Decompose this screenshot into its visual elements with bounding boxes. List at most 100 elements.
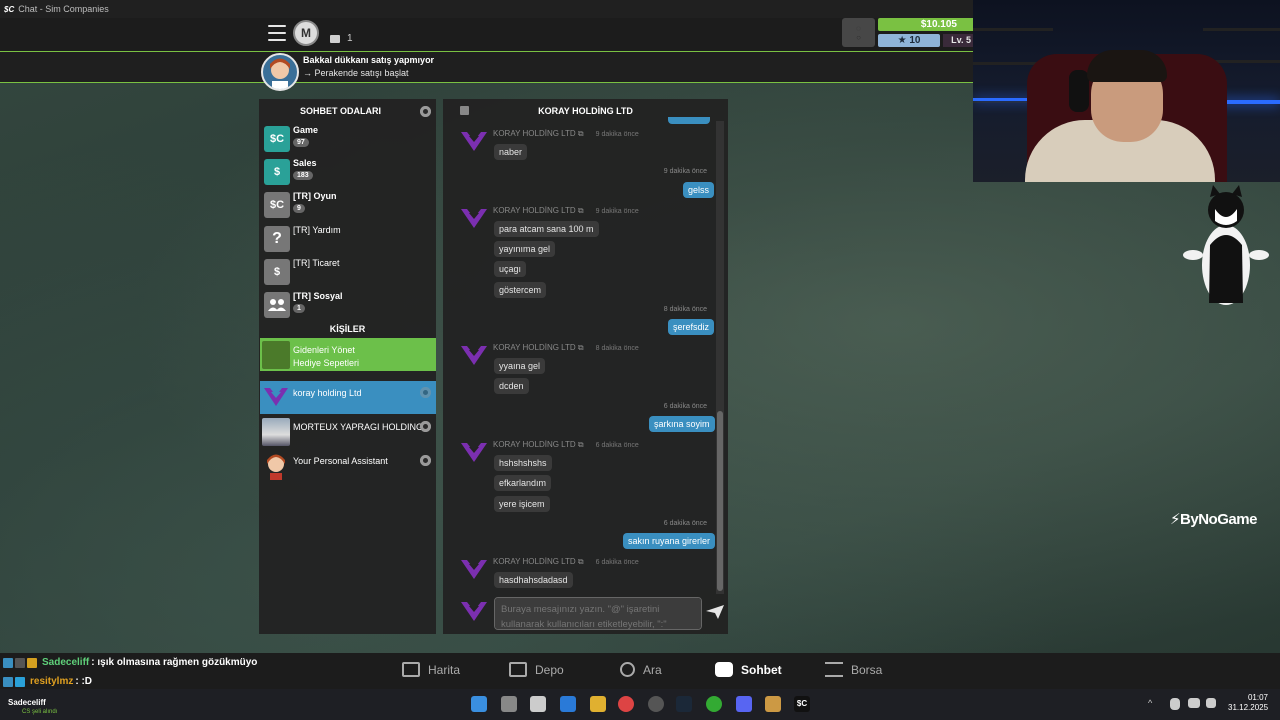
streamer-name: Sadeceliff [8,698,46,707]
room-tr-sosyal[interactable]: [TR] Sosyal 1 [262,290,432,320]
sim-companies-icon: $C [264,192,290,218]
nav-search[interactable]: Ara [620,662,662,677]
volume-icon[interactable] [1206,698,1216,708]
stream-chat-line: resitylmz : :D [3,676,92,687]
assistant-avatar [262,452,290,480]
rooms-settings-icon[interactable] [420,106,431,117]
steam-icon[interactable] [676,696,692,712]
chrome-icon[interactable] [618,696,634,712]
message-input[interactable] [494,597,702,630]
contact-settings-icon[interactable] [420,455,431,466]
chat-text: : :D [75,676,93,687]
sim-companies-icon: $C [264,126,290,152]
room-sales[interactable]: $ Sales 183 [262,157,432,187]
room-game[interactable]: $C Game 97 [262,124,432,154]
room-name: Sales [293,158,317,168]
incoming-message: yayınıma gel [494,241,556,257]
file-explorer-icon[interactable] [590,696,606,712]
company-logo[interactable]: M [293,20,319,46]
sender-name[interactable]: KORAY HOLDİNG LTD ⧉ 6 dakika önce [493,440,639,450]
chrome-icon[interactable] [706,696,722,712]
sim-companies-icon[interactable]: $C [794,696,810,712]
nav-exchange[interactable]: Borsa [825,662,882,677]
badge-icon [3,676,13,687]
windows-start-icon[interactable] [471,696,487,712]
menu-icon[interactable] [268,25,286,41]
message-time: 9 dakika önce [595,208,639,215]
chat-icon [715,662,733,677]
warehouse-icon [509,662,527,677]
sender-name[interactable]: KORAY HOLDİNG LTD ⧉ 9 dakika önce [493,129,639,139]
app-icon[interactable] [530,696,546,712]
send-icon[interactable] [706,605,724,619]
gift-basket-icon [262,341,290,369]
contact-name: koray holding Ltd [293,388,362,398]
app-icon[interactable] [765,696,781,712]
messages-indicator[interactable]: 1 [330,33,353,44]
sender-name[interactable]: KORAY HOLDİNG LTD ⧉ 9 dakika önce [493,206,639,216]
room-name: Game [293,125,319,135]
chat-scrollbar[interactable] [716,121,724,594]
sender-avatar[interactable] [460,441,488,463]
message-time: 9 dakika önce [663,168,707,175]
outgoing-message: gelss [683,182,715,198]
company-heart-icon [262,384,290,412]
network-icon[interactable] [1188,698,1200,708]
sender-avatar[interactable] [460,558,488,580]
rank-badge[interactable]: ★ 10 [878,34,940,47]
message-time: 6 dakika önce [663,520,707,527]
webcam-overlay [973,0,1280,182]
sender-avatar[interactable] [460,130,488,152]
chat-panel [443,99,728,634]
sender-avatar[interactable] [460,207,488,229]
search-icon [620,662,635,677]
app-icon[interactable] [560,696,576,712]
sender-name[interactable]: KORAY HOLDİNG LTD ⧉ 6 dakika önce [493,557,639,567]
discord-icon[interactable] [736,696,752,712]
chevron-up-icon[interactable]: ^ [1148,698,1158,708]
contact-morteux[interactable]: MORTEUX YAPRAGI HOLDING [260,415,436,448]
contact-koray-holding[interactable]: koray holding Ltd [260,381,436,414]
incoming-message: yyaına gel [494,358,546,374]
message-time: 8 dakika önce [663,306,707,313]
contact-gift-baskets[interactable]: Gidenleri Yönet Hediye Sepetleri [260,338,436,371]
contact-settings-icon[interactable] [420,421,431,432]
incoming-message: naber [494,144,528,160]
room-tr-yardim[interactable]: ? [TR] Yardım [262,224,432,254]
task-view-icon[interactable] [501,696,517,712]
system-clock[interactable]: 01:07 31.12.2025 [1228,693,1268,713]
outgoing-message: şerefsdiz [668,319,715,335]
app-icon[interactable] [648,696,664,712]
level-badge: Lv. 5 [943,34,973,47]
message-count: 1 [347,33,353,44]
incoming-message: yere işicem [494,496,550,512]
status-button[interactable]: ◌ ○ [842,18,875,47]
microphone-icon[interactable] [1170,698,1180,710]
brand-watermark: ⚡ByNoGame [1170,511,1257,528]
nav-chat[interactable]: Sohbet [715,662,782,677]
money-tag-icon: $ [264,159,290,185]
contact-settings-icon[interactable] [420,387,431,398]
sender-name[interactable]: KORAY HOLDİNG LTD ⧉ 8 dakika önce [493,343,639,353]
nav-map[interactable]: Harita [402,662,460,677]
windows-taskbar [0,689,1280,720]
nav-warehouse[interactable]: Depo [509,662,564,677]
room-tr-ticaret[interactable]: $ [TR] Ticaret [262,257,432,287]
contacts-heading: KİŞİLER [329,324,366,334]
message-bubble-partial [668,117,710,124]
clock-time: 01:07 [1247,693,1268,702]
room-name: [TR] Oyun [293,191,337,201]
sender-avatar[interactable] [460,344,488,366]
map-icon [402,662,420,677]
money-tag-icon: $ [264,259,290,285]
room-name: [TR] Yardım [293,225,341,235]
window-title: Chat - Sim Companies [18,4,109,14]
room-tr-oyun[interactable]: $C [TR] Oyun 9 [262,190,432,220]
app-logo: $C [4,4,15,14]
message-time: 9 dakika önce [595,131,639,138]
notification-action-link[interactable]: → Perakende satışı başlat [303,68,409,78]
room-unread-count: 183 [293,171,313,180]
money-display[interactable]: $10.105 [878,18,973,31]
contact-personal-assistant[interactable]: Your Personal Assistant [260,449,436,482]
message-time: 8 dakika önce [595,345,639,352]
